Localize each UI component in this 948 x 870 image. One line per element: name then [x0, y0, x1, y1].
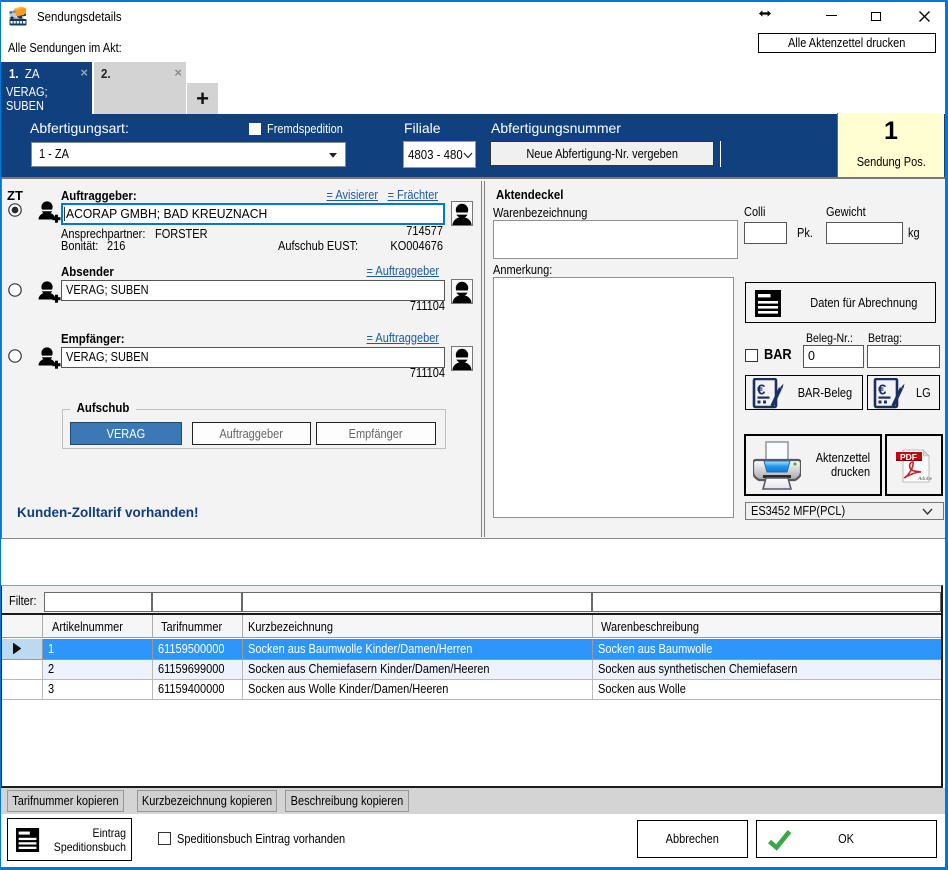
- svg-text:PDF: PDF: [900, 452, 917, 462]
- svg-text:€: €: [878, 382, 887, 399]
- svg-text:€: €: [757, 382, 766, 399]
- svg-text:Adobe: Adobe: [917, 476, 933, 482]
